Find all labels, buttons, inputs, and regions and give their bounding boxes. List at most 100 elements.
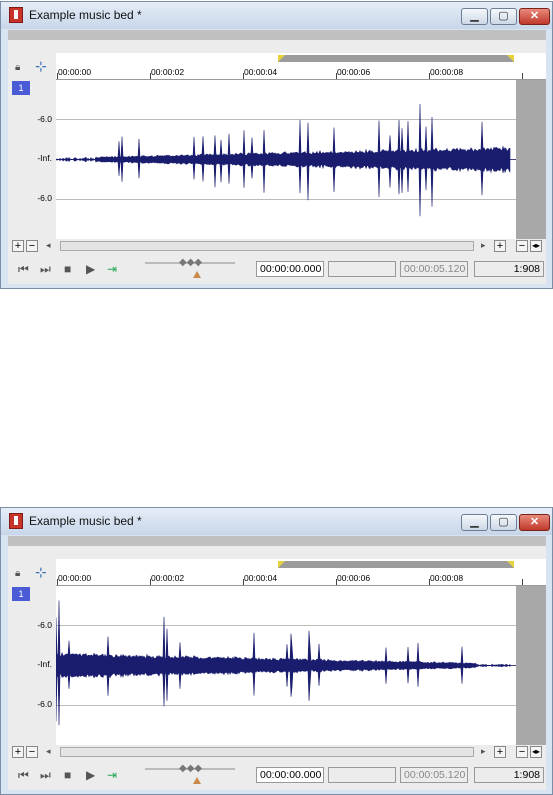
waveform-view[interactable] <box>55 586 516 745</box>
selection-length-field <box>328 767 396 783</box>
minus-icon: − <box>28 240 36 252</box>
waveform <box>55 600 516 726</box>
db-label: -6.0 <box>37 699 52 709</box>
maximize-icon: ▢ <box>498 10 509 22</box>
time-ruler[interactable]: 00:00:00 00:00:02 00:00:04 00:00:06 00:0… <box>56 53 546 80</box>
loop-end-marker[interactable] <box>507 561 514 568</box>
zoom-out-button[interactable]: − <box>26 746 38 758</box>
waveform-view[interactable] <box>55 80 516 239</box>
zoom-slider-knob[interactable]: ◆◆◆ <box>179 257 202 268</box>
window-title: Example music bed * <box>29 514 142 528</box>
db-label: -6.0 <box>37 620 52 630</box>
loop-start-marker[interactable] <box>278 55 285 62</box>
zoom-in-button[interactable]: + <box>12 746 24 758</box>
arrows-icon: ◂▸ <box>531 747 541 756</box>
db-label: -Inf. <box>37 659 52 669</box>
lock-icon[interactable]: 🔒︎ <box>15 62 20 73</box>
title-bar[interactable]: Example music bed * ▁ ▢ ✕ <box>1 508 552 535</box>
close-button[interactable]: ✕ <box>519 514 550 531</box>
ruler-label: 00:00:06 <box>337 67 371 77</box>
fit-button[interactable]: ◂▸ <box>530 746 542 758</box>
after-end-area <box>516 80 546 239</box>
title-bar[interactable]: Example music bed * ▁ ▢ ✕ <box>1 2 552 29</box>
skip-back-icon[interactable]: ⏮ <box>18 262 29 277</box>
scroll-left-icon[interactable]: ◂ <box>46 240 51 251</box>
close-icon: ✕ <box>529 10 540 22</box>
skip-forward-icon[interactable]: ⏭ <box>40 768 51 783</box>
data-window: 🔒︎ ⊹ 00:00:00 00:00:02 00:00:04 00:00:06… <box>8 546 546 790</box>
ruler-label: 00:00:08 <box>430 67 464 77</box>
overview-strip[interactable] <box>8 30 546 40</box>
data-window: 🔒︎ ⊹ 00:00:00 00:00:02 00:00:04 00:00:06… <box>8 40 546 284</box>
plus-icon: + <box>14 746 22 758</box>
ruler-label: 00:00:08 <box>430 573 464 583</box>
snap-icon[interactable]: ⊹ <box>35 564 47 581</box>
cursor-position-field[interactable]: 00:00:00.000 <box>256 261 324 277</box>
after-end-area <box>516 586 546 745</box>
minimize-icon: ▁ <box>470 516 479 528</box>
play-icon[interactable]: ▶ <box>86 262 95 276</box>
loop-icon[interactable]: ⇥ <box>107 768 117 782</box>
fit-button[interactable]: ◂▸ <box>530 240 542 252</box>
zoom-slider-knob[interactable]: ◆◆◆ <box>179 763 202 774</box>
scroll-right-icon[interactable]: ▸ <box>481 240 486 251</box>
level-ruler: -6.0 -Inf. -6.0 <box>8 80 56 239</box>
level-ruler: -6.0 -Inf. -6.0 <box>8 586 56 745</box>
lock-icon[interactable]: 🔒︎ <box>15 568 20 579</box>
loop-region-bar[interactable] <box>278 561 514 568</box>
minus-icon: − <box>28 746 36 758</box>
zoom-out-button[interactable]: − <box>26 240 38 252</box>
db-label: -6.0 <box>37 193 52 203</box>
level-zoom-out-button[interactable]: − <box>516 240 528 252</box>
file-length-field: 00:00:05.120 <box>400 767 468 783</box>
ruler-label: 00:00:02 <box>151 573 185 583</box>
minimize-button[interactable]: ▁ <box>461 8 488 25</box>
horizontal-scrollbar[interactable]: + − ◂ ▸ + − ◂▸ <box>8 745 546 759</box>
level-zoom-in-button[interactable]: + <box>494 746 506 758</box>
zoom-in-button[interactable]: + <box>12 240 24 252</box>
loop-icon[interactable]: ⇥ <box>107 262 117 276</box>
maximize-icon: ▢ <box>498 516 509 528</box>
level-zoom-out-button[interactable]: − <box>516 746 528 758</box>
waveform <box>55 103 516 217</box>
transport-bar: ⏮ ⏭ ■ ▶ ⇥ ◆◆◆ 00:00:00.000 00:00:05.120 … <box>8 759 546 790</box>
zoom-ratio-field[interactable]: 1:908 <box>474 767 544 783</box>
sound-window: Example music bed * ▁ ▢ ✕ 🔒︎ ⊹ 00:00:00 … <box>0 1 553 289</box>
stop-icon[interactable]: ■ <box>64 768 71 782</box>
minus-icon: − <box>518 746 526 758</box>
maximize-button[interactable]: ▢ <box>490 8 517 25</box>
stop-icon[interactable]: ■ <box>64 262 71 276</box>
maximize-button[interactable]: ▢ <box>490 514 517 531</box>
scroll-left-icon[interactable]: ◂ <box>46 746 51 757</box>
zoom-pointer <box>193 777 201 784</box>
scroll-right-icon[interactable]: ▸ <box>481 746 486 757</box>
plus-icon: + <box>14 240 22 252</box>
snap-icon[interactable]: ⊹ <box>35 58 47 75</box>
skip-forward-icon[interactable]: ⏭ <box>40 262 51 277</box>
ruler-label: 00:00:02 <box>151 67 185 77</box>
ruler-label: 00:00:00 <box>58 573 92 583</box>
loop-end-marker[interactable] <box>507 55 514 62</box>
overview-strip[interactable] <box>8 536 546 546</box>
loop-start-marker[interactable] <box>278 561 285 568</box>
horizontal-scrollbar[interactable]: + − ◂ ▸ + − ◂▸ <box>8 239 546 253</box>
db-label: -6.0 <box>37 114 52 124</box>
window-title: Example music bed * <box>29 8 142 22</box>
scroll-track[interactable] <box>60 747 474 757</box>
zoom-pointer <box>193 271 201 278</box>
zoom-ratio-field[interactable]: 1:908 <box>474 261 544 277</box>
play-icon[interactable]: ▶ <box>86 768 95 782</box>
ruler-label: 00:00:04 <box>244 67 278 77</box>
time-ruler[interactable]: 00:00:00 00:00:02 00:00:04 00:00:06 00:0… <box>56 559 546 586</box>
ruler-label: 00:00:00 <box>58 67 92 77</box>
cursor-position-field[interactable]: 00:00:00.000 <box>256 767 324 783</box>
skip-back-icon[interactable]: ⏮ <box>18 768 29 783</box>
transport-bar: ⏮ ⏭ ■ ▶ ⇥ ◆◆◆ 00:00:00.000 00:00:05.120 … <box>8 253 546 284</box>
close-button[interactable]: ✕ <box>519 8 550 25</box>
minimize-button[interactable]: ▁ <box>461 514 488 531</box>
loop-region-bar[interactable] <box>278 55 514 62</box>
file-length-field: 00:00:05.120 <box>400 261 468 277</box>
level-zoom-in-button[interactable]: + <box>494 240 506 252</box>
plus-icon: + <box>496 746 504 758</box>
scroll-track[interactable] <box>60 241 474 251</box>
